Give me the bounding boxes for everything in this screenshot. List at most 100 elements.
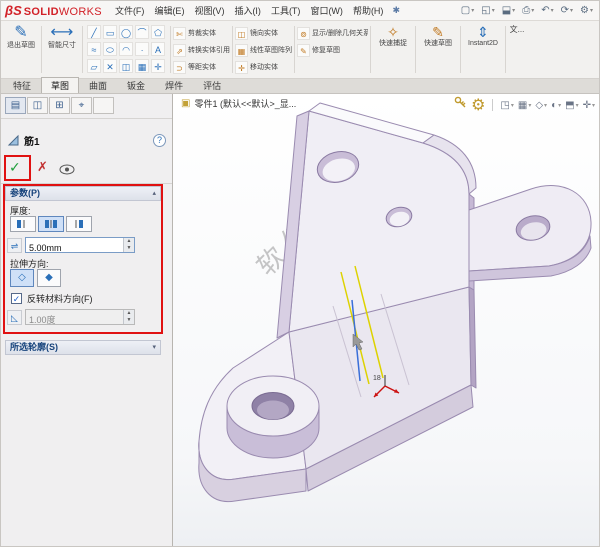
tab-sheet-metal[interactable]: 钣金 — [117, 77, 155, 93]
draft-stepper[interactable]: ▲ ▼ — [123, 310, 134, 324]
spline-tool-icon[interactable]: ≈ — [87, 42, 101, 56]
dimension-label: 18 — [373, 375, 381, 382]
text-tool-icon[interactable]: A — [151, 42, 165, 56]
selected-contours-header[interactable]: 所选轮廓(S) ▾ — [5, 340, 161, 355]
solidworks-logo-icon: βS — [5, 3, 22, 18]
move-entities-button[interactable]: ✛ 移动实体 — [235, 59, 292, 75]
quick-snap-button[interactable]: ✧ 快速捕捉 — [373, 23, 413, 76]
menu-pin-icon[interactable]: ✱ — [388, 5, 404, 16]
part-model[interactable]: 18 — [173, 94, 599, 546]
ribbon-overflow-button[interactable]: 文... — [508, 23, 526, 76]
repair-sketch-icon: ✎ — [297, 43, 310, 57]
point-tool-icon[interactable]: ∙ — [135, 42, 149, 56]
print-icon[interactable]: ⎙ ▾ — [520, 5, 536, 16]
trim-entities-icon: ✄ — [173, 26, 186, 40]
exit-sketch-button[interactable]: ✎ 退出草图 — [3, 23, 39, 76]
preview-eye-icon[interactable] — [59, 162, 75, 180]
display-style-icon[interactable]: ◇ ▾ — [535, 100, 547, 111]
tab-weldments[interactable]: 焊件 — [155, 77, 193, 93]
display-relations-button[interactable]: ⊚ 显示/删除几何关系 — [297, 25, 368, 41]
direction-parallel-button[interactable]: ◇ — [10, 269, 34, 287]
polygon-tool-icon[interactable]: ⬠ — [151, 25, 165, 39]
thickness-input[interactable]: 5.00mm ▲ ▼ — [25, 237, 135, 253]
help-icon[interactable]: ? — [153, 133, 166, 147]
view-orientation-icon[interactable]: ✛ ▾ — [583, 100, 595, 111]
menu-help[interactable]: 帮助(H) — [348, 2, 389, 19]
feature-tree-item[interactable]: ▣ 零件1 (默认<<默认>_显... — [181, 97, 296, 110]
circle-tool-icon[interactable]: ◯ — [119, 25, 133, 39]
hide-show-items-icon[interactable]: ◐ ▾ — [551, 100, 561, 111]
display-manager-tab-icon[interactable]: ⊞ — [49, 97, 70, 114]
feature-header: 筋1 ? — [7, 132, 166, 148]
mirror-tool-icon[interactable]: ◫ — [119, 59, 133, 73]
menu-window[interactable]: 窗口(W) — [305, 2, 348, 19]
wrench-icon[interactable]: ⚙ — [471, 95, 485, 115]
tab-surfaces[interactable]: 曲面 — [79, 77, 117, 93]
exit-sketch-icon: ✎ — [14, 24, 28, 41]
thickness-stepper[interactable]: ▲ ▼ — [123, 238, 134, 252]
thickness-options — [10, 216, 92, 232]
options-icon[interactable]: ⚙ ▾ — [578, 5, 595, 16]
confirm-button[interactable]: ✓ — [9, 159, 21, 176]
rebuild-icon[interactable]: ⟳ ▾ — [559, 5, 575, 16]
tab-evaluate[interactable]: 评估 — [193, 77, 231, 93]
quick-sketch-button[interactable]: ✎ 快速草图 — [418, 23, 458, 76]
spin-up-icon[interactable]: ▲ — [124, 238, 134, 245]
save-icon[interactable]: ⬓ ▾ — [500, 5, 517, 16]
pattern-tool-icon[interactable]: ▦ — [135, 59, 149, 73]
tab-features[interactable]: 特征 — [3, 77, 41, 93]
move-tool-icon[interactable]: ✛ — [151, 59, 165, 73]
convert-entities-button[interactable]: ⇗ 转换实体引用 — [173, 42, 230, 58]
smart-dimension-button[interactable]: ⟷ 智能尺寸 — [44, 23, 80, 76]
menu-view[interactable]: 视图(V) — [189, 2, 229, 19]
boss-cylinder — [226, 375, 320, 459]
menu-file[interactable]: 文件(F) — [110, 2, 150, 19]
thickness-both-sides-button[interactable] — [38, 216, 64, 232]
thickness-first-side-icon — [17, 220, 25, 228]
view-settings-icon[interactable]: ▦ ▾ — [518, 100, 531, 111]
ellipse-tool-icon[interactable]: ⬭ — [103, 42, 117, 56]
trim-entities-button[interactable]: ✄ 剪裁实体 — [173, 25, 230, 41]
thickness-first-side-button[interactable] — [10, 216, 36, 232]
part-icon: ▣ — [181, 98, 191, 109]
mirror-entities-button[interactable]: ◫ 镜向实体 — [235, 25, 292, 41]
spin-down-icon[interactable]: ▼ — [124, 317, 134, 324]
arc-tool-icon[interactable]: ⌒ — [135, 25, 149, 39]
menu-tools[interactable]: 工具(T) — [266, 2, 306, 19]
property-manager-tab-icon[interactable]: ▤ — [5, 97, 26, 114]
slot-tool-icon[interactable]: ◠ — [119, 42, 133, 56]
zoom-fit-icon[interactable]: ◳ ▾ — [500, 100, 513, 111]
new-document-icon[interactable]: ▢ ▾ — [459, 5, 476, 16]
parameters-header[interactable]: 参数(P) ▴ — [5, 186, 161, 201]
menu-edit[interactable]: 编辑(E) — [149, 2, 189, 19]
cancel-button[interactable]: ✗ — [37, 159, 48, 175]
open-document-icon[interactable]: ◱ ▾ — [479, 5, 496, 16]
instant2d-button[interactable]: ⇕ Instant2D — [463, 23, 503, 76]
appearance-tab-icon[interactable] — [93, 97, 114, 114]
direction-normal-button[interactable]: ◆ — [37, 269, 61, 287]
thickness-both-sides-icon — [45, 220, 57, 228]
rectangle-tool-icon[interactable]: ▭ — [103, 25, 117, 39]
linear-pattern-button[interactable]: ▦ 线性草图阵列 — [235, 42, 292, 58]
configuration-tab-icon[interactable]: ◫ — [27, 97, 48, 114]
graphics-viewport[interactable]: 软件自学网 WWW.RJZXW.COM — [173, 94, 599, 546]
draft-angle-input[interactable]: 1.00度 ▲ ▼ — [25, 309, 135, 325]
undo-icon[interactable]: ↶ ▾ — [539, 5, 555, 16]
line-tool-icon[interactable]: ╱ — [87, 25, 101, 39]
spin-down-icon[interactable]: ▼ — [124, 245, 134, 252]
offset-entities-button[interactable]: ⊃ 等距实体 — [173, 59, 230, 75]
spin-up-icon[interactable]: ▲ — [124, 310, 134, 317]
feature-name: 筋1 — [24, 136, 40, 148]
repair-sketch-button[interactable]: ✎ 修复草图 — [297, 42, 368, 58]
tab-sketch[interactable]: 草图 — [41, 77, 80, 93]
thickness-second-side-button[interactable] — [66, 216, 92, 232]
appearance-scene-icon[interactable]: ⬒ ▾ — [565, 100, 578, 111]
entity-edit-group: ✄ 剪裁实体 ⇗ 转换实体引用 ⊃ 等距实体 — [173, 23, 230, 76]
collapse-icon: ▾ — [152, 344, 156, 351]
menu-insert[interactable]: 插入(I) — [229, 2, 266, 19]
key-icon[interactable] — [454, 96, 467, 114]
erase-tool-icon[interactable]: ✕ — [103, 59, 117, 73]
parallelogram-tool-icon[interactable]: ▱ — [87, 59, 101, 73]
dimxpert-tab-icon[interactable]: ⌖ — [71, 97, 92, 114]
flip-material-checkbox[interactable]: ✓ — [11, 293, 22, 304]
